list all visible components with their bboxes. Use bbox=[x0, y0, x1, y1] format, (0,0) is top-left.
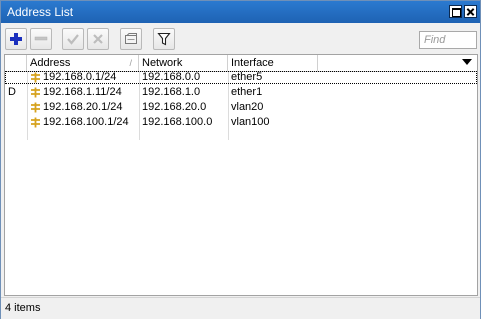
address-cell: 192.168.1.11/24 bbox=[27, 86, 139, 99]
address-text: 192.168.0.1/24 bbox=[43, 71, 117, 83]
flag-cell bbox=[5, 101, 27, 114]
table-row[interactable]: 192.168.0.1/24 192.168.0.0 ether5 bbox=[5, 71, 477, 84]
title-bar[interactable]: Address List bbox=[1, 1, 480, 23]
network-cell: 192.168.20.0 bbox=[142, 101, 207, 113]
maximize-icon[interactable] bbox=[449, 5, 462, 18]
check-icon bbox=[67, 34, 79, 45]
address-list-window: Address List Find Address / Network Inte… bbox=[0, 0, 481, 319]
flag-cell bbox=[5, 116, 27, 129]
flag-cell bbox=[5, 71, 27, 84]
address-icon bbox=[31, 102, 40, 113]
filter-button[interactable] bbox=[153, 28, 175, 50]
sort-indicator-icon: / bbox=[129, 58, 132, 68]
table-row[interactable]: 192.168.100.1/24 192.168.100.0 vlan100 bbox=[5, 116, 477, 129]
interface-cell: ether5 bbox=[231, 71, 263, 83]
flag-cell: D bbox=[8, 86, 16, 98]
disable-button[interactable] bbox=[87, 28, 109, 50]
address-column-header[interactable]: Address / bbox=[27, 55, 139, 71]
find-input[interactable] bbox=[419, 31, 477, 49]
column-label: Network bbox=[142, 57, 183, 69]
cross-icon bbox=[93, 34, 103, 44]
table-row[interactable]: D 192.168.1.11/24 192.168.1.0 ether1 bbox=[5, 86, 477, 99]
address-icon bbox=[31, 72, 40, 83]
remove-button[interactable] bbox=[30, 28, 52, 50]
address-table: Address / Network Interface 192.168.0.1/… bbox=[4, 54, 478, 296]
table-row[interactable]: 192.168.20.1/24 192.168.20.0 vlan20 bbox=[5, 101, 477, 114]
address-text: 192.168.1.11/24 bbox=[43, 86, 122, 98]
flag-column-header[interactable] bbox=[5, 55, 27, 71]
funnel-icon bbox=[157, 32, 171, 46]
network-cell: 192.168.0.0 bbox=[142, 71, 201, 83]
interface-cell: vlan100 bbox=[231, 116, 270, 128]
table-header: Address / Network Interface bbox=[5, 55, 477, 72]
address-cell: 192.168.100.1/24 bbox=[27, 116, 139, 129]
network-column-header[interactable]: Network bbox=[139, 55, 228, 71]
interface-cell: vlan20 bbox=[231, 101, 264, 113]
minus-icon bbox=[34, 36, 48, 41]
close-icon[interactable] bbox=[464, 5, 477, 18]
address-icon bbox=[31, 87, 40, 98]
interface-cell: ether1 bbox=[231, 86, 263, 98]
plus-icon bbox=[10, 33, 22, 45]
address-icon bbox=[31, 117, 40, 128]
enable-button[interactable] bbox=[62, 28, 84, 50]
address-cell: 192.168.0.1/24 bbox=[27, 71, 139, 84]
column-label: Interface bbox=[231, 57, 274, 69]
column-menu-dropdown-icon[interactable] bbox=[462, 59, 472, 65]
interface-column-header[interactable]: Interface bbox=[228, 55, 318, 71]
comment-button[interactable] bbox=[120, 28, 142, 50]
toolbar bbox=[1, 24, 480, 54]
column-label: Address bbox=[30, 57, 71, 69]
window-title: Address List bbox=[7, 5, 74, 19]
status-bar: 4 items bbox=[1, 297, 480, 319]
item-count: 4 items bbox=[5, 302, 41, 314]
add-button[interactable] bbox=[5, 28, 27, 50]
note-icon bbox=[125, 33, 137, 44]
address-text: 192.168.20.1/24 bbox=[43, 101, 123, 113]
network-cell: 192.168.1.0 bbox=[142, 86, 201, 98]
network-cell: 192.168.100.0 bbox=[142, 116, 213, 128]
address-cell: 192.168.20.1/24 bbox=[27, 101, 139, 114]
address-text: 192.168.100.1/24 bbox=[43, 116, 129, 128]
